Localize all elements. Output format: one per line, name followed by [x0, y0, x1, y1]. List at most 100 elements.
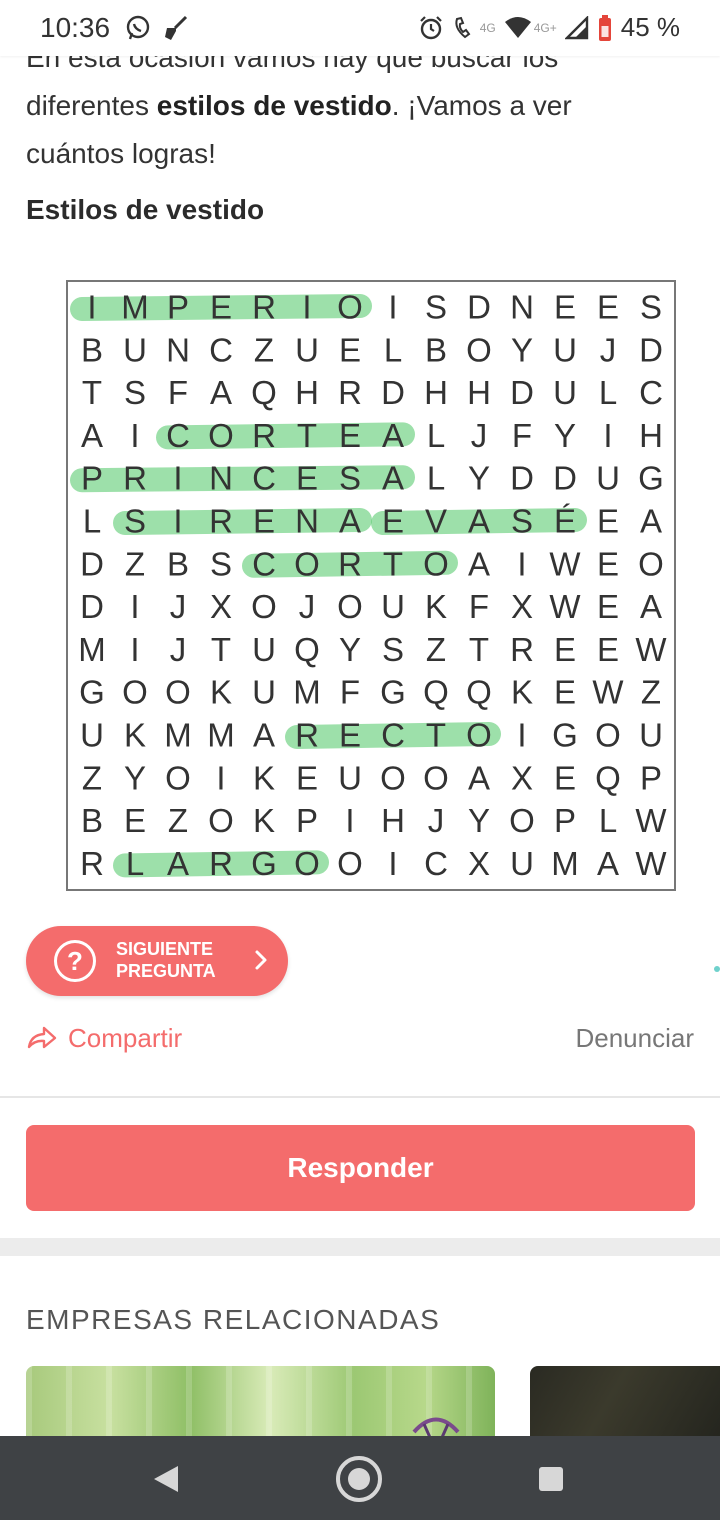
grid-letter: Y [511, 331, 533, 368]
next-question-label: SIGUIENTE PREGUNTA [116, 938, 246, 982]
grid-letter: M [164, 717, 192, 754]
battery-percent: 45 % [620, 12, 680, 42]
grid-letter: C [639, 374, 663, 411]
company-card-1[interactable] [26, 1366, 495, 1446]
next-question-line1: SIGUIENTE [116, 939, 214, 959]
grid-letter: P [167, 289, 189, 326]
grid-letter: R [209, 845, 233, 882]
grid-letter: A [167, 845, 189, 882]
grid-letter: I [87, 289, 96, 326]
grid-letter: I [517, 717, 526, 754]
grid-letter: Y [554, 417, 576, 454]
grid-letter: Z [82, 759, 102, 796]
grid-letter: G [79, 674, 105, 711]
grid-letter: L [427, 460, 445, 497]
grid-letter: L [126, 845, 144, 882]
grid-letter: Z [168, 802, 188, 839]
grid-letter: Q [423, 674, 449, 711]
grid-letter: E [597, 588, 619, 625]
grid-letter: Y [339, 631, 361, 668]
intro-text-start: diferentes [26, 90, 157, 121]
grid-letter: U [252, 674, 276, 711]
company-card-2[interactable] [530, 1366, 720, 1446]
grid-letter: K [253, 802, 275, 839]
report-link[interactable]: Denunciar [575, 1018, 694, 1058]
home-icon[interactable] [334, 1454, 384, 1504]
navigation-bar [0, 1436, 720, 1520]
grid-letter: W [635, 802, 667, 839]
grid-letter: P [296, 802, 318, 839]
grid-letter: T [297, 417, 317, 454]
grid-letter: S [210, 545, 232, 582]
section-separator [0, 1238, 720, 1256]
grid-letter: C [209, 331, 233, 368]
grid-letter: O [337, 845, 363, 882]
grid-letter: R [209, 503, 233, 540]
grid-letter: R [295, 717, 319, 754]
signal-icon [564, 15, 588, 39]
grid-letter: G [251, 845, 277, 882]
grid-letter: H [381, 802, 405, 839]
grid-letter: S [511, 503, 533, 540]
grid-letter: O [337, 289, 363, 326]
reply-button[interactable]: Responder [26, 1125, 695, 1211]
share-link[interactable]: Compartir [26, 1018, 182, 1058]
grid-letter: Y [468, 802, 490, 839]
grid-letter: N [209, 460, 233, 497]
grid-letter: R [123, 460, 147, 497]
grid-letter: G [380, 674, 406, 711]
back-icon[interactable] [152, 1464, 180, 1494]
grid-letter: S [124, 374, 146, 411]
grid-letter: O [380, 759, 406, 796]
grid-letter: H [424, 374, 448, 411]
grid-letter: X [511, 759, 533, 796]
share-arrow-icon [27, 1026, 57, 1049]
grid-letter: Q [595, 759, 621, 796]
grid-letter: M [293, 674, 321, 711]
grid-letter: D [553, 460, 577, 497]
grid-letter: O [509, 802, 535, 839]
grid-letter: I [345, 802, 354, 839]
status-left-icons [124, 14, 190, 42]
grid-letter: T [211, 631, 231, 668]
grid-letter: E [339, 331, 361, 368]
next-question-button[interactable]: ? SIGUIENTE PREGUNTA [26, 926, 288, 996]
grid-letter: O [208, 417, 234, 454]
grid-letter: D [467, 289, 491, 326]
grid-letter: I [130, 417, 139, 454]
grid-letter: O [638, 545, 664, 582]
grid-letter: O [423, 545, 449, 582]
grid-letter: Q [294, 631, 320, 668]
grid-letter: M [551, 845, 579, 882]
grid-letter: F [512, 417, 532, 454]
grid-letter: E [296, 759, 318, 796]
grid-letter: E [597, 289, 619, 326]
grid-letter: S [382, 631, 404, 668]
grid-letter: I [130, 631, 139, 668]
grid-letter: J [170, 588, 187, 625]
grid-letter: O [423, 759, 449, 796]
grid-letter: U [381, 588, 405, 625]
grid-letter: X [468, 845, 490, 882]
grid-letter: C [424, 845, 448, 882]
grid-letter: A [640, 588, 662, 625]
grid-letter: D [510, 460, 534, 497]
share-label: Compartir [68, 1022, 183, 1053]
grid-letter: O [595, 717, 621, 754]
grid-letter: U [295, 331, 319, 368]
grid-letter: A [597, 845, 619, 882]
grid-letter: C [381, 717, 405, 754]
grid-letter: K [253, 759, 275, 796]
grid-letter: H [295, 374, 319, 411]
grid-letter: P [81, 460, 103, 497]
grid-letter: U [553, 374, 577, 411]
grid-letter: U [80, 717, 104, 754]
grid-letter: O [122, 674, 148, 711]
grid-letter: I [603, 417, 612, 454]
grid-letter: R [510, 631, 534, 668]
question-icon: ? [54, 940, 96, 982]
highlight-corte-a [156, 422, 415, 450]
grid-letter: U [123, 331, 147, 368]
grid-letter: E [124, 802, 146, 839]
recent-apps-icon[interactable] [538, 1466, 564, 1492]
